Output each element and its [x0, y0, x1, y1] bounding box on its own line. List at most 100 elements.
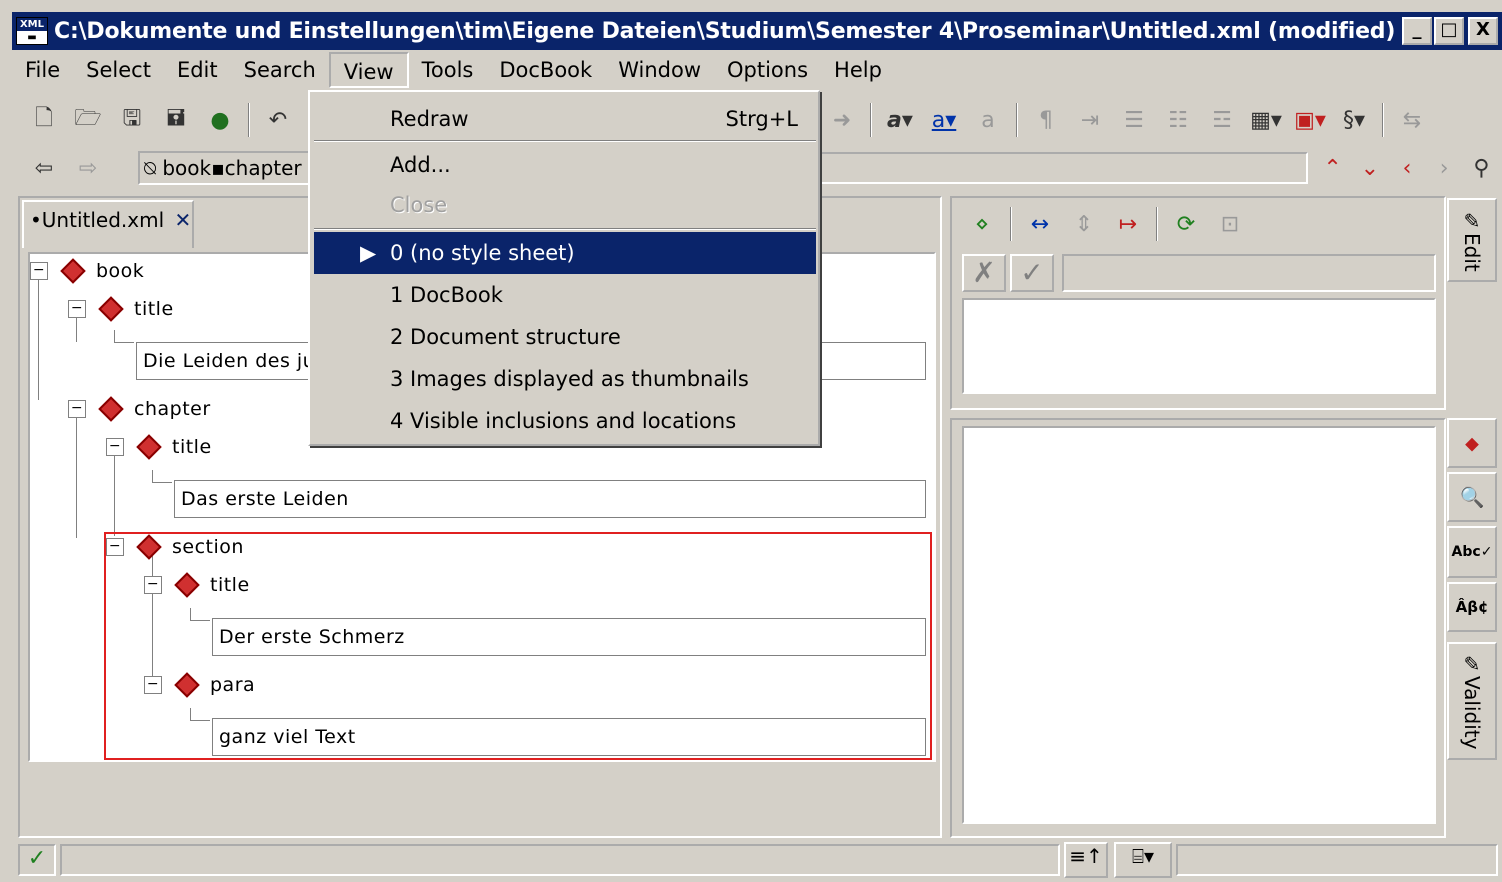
text-field-title[interactable]: Das erste Leiden [174, 480, 926, 518]
menu-bar: File Select Edit Search View Tools DocBo… [12, 50, 1502, 90]
zoom-icon[interactable]: ⚲ [1463, 149, 1500, 187]
new-document-icon[interactable]: 🗋 [25, 101, 63, 139]
toolbar-format: ➜ a▾ a▾ a ¶ ⇥ ☰ ☷ ☲ ▦▾ ▣▾ §▾ ⇆ [820, 96, 1500, 144]
minimize-button[interactable]: _ [1402, 17, 1432, 45]
text-field-para[interactable]: ganz viel Text [212, 718, 926, 756]
sort-icon[interactable]: ≡↑ [1064, 842, 1108, 878]
menu-item-redraw[interactable]: Redraw Strg+L [314, 98, 816, 140]
tab-untitled[interactable]: •Untitled.xml ✕ [22, 200, 194, 248]
close-tab-icon[interactable]: ✕ [175, 208, 192, 232]
nav-forward-icon[interactable]: ⇨ [69, 149, 107, 187]
collapse-icon[interactable]: − [106, 538, 124, 556]
insert-after-icon[interactable]: ↦ [1109, 205, 1147, 243]
title-bar: XML ▬ C:\Dokumente und Einstellungen\tim\… [12, 12, 1502, 50]
insert-tool-tab[interactable]: ⬥ [1447, 418, 1497, 468]
plain-a-icon[interactable]: a [969, 101, 1007, 139]
collapse-icon[interactable]: − [106, 438, 124, 456]
menu-edit[interactable]: Edit [164, 52, 231, 88]
collapse-icon[interactable]: − [68, 400, 86, 418]
status-message [60, 844, 1060, 876]
window-title: C:\Dokumente und Einstellungen\tim\Eigen… [54, 18, 1396, 44]
app-icon: XML ▬ [16, 17, 48, 45]
numbered-list-icon[interactable]: ☷ [1159, 101, 1197, 139]
insert-element-icon: ⬥ [1465, 431, 1479, 455]
arrow-right-icon[interactable]: ➜ [823, 101, 861, 139]
search-tool-tab[interactable]: 🔍 [1447, 472, 1497, 522]
collapse-icon[interactable]: − [144, 576, 162, 594]
wrap-icon[interactable]: ⊡ [1211, 205, 1249, 243]
menu-help[interactable]: Help [821, 52, 895, 88]
collapse-icon[interactable]: − [144, 676, 162, 694]
binoculars-icon: 🔍 [1459, 485, 1485, 509]
move-right-icon[interactable]: › [1426, 149, 1463, 187]
menu-docbook[interactable]: DocBook [486, 52, 605, 88]
element-icon [136, 434, 162, 460]
node-book[interactable]: − book [30, 258, 144, 284]
attribute-value-input[interactable] [1062, 254, 1436, 292]
menu-search[interactable]: Search [231, 52, 329, 88]
attribute-toolbar: ⋄ ↔ ⇕ ↦ ⟳ ⊡ [960, 202, 1260, 246]
tag-icon: ⍉ [144, 156, 156, 180]
menu-tools[interactable]: Tools [409, 52, 487, 88]
toolbar-main: 🗋 🗁 🖫 🖬 ● ↶ [22, 96, 312, 144]
insert-icon[interactable]: ⇕ [1065, 205, 1103, 243]
menu-options[interactable]: Options [714, 52, 821, 88]
menu-file[interactable]: File [12, 52, 73, 88]
view-menu-dropdown: Redraw Strg+L Add... Close ▶ 0 (no style s… [308, 90, 820, 446]
menu-item-stylesheet-2[interactable]: 2 Document structure [314, 316, 816, 358]
indent-icon[interactable]: ⇥ [1071, 101, 1109, 139]
tab-validity[interactable]: ✎ Validity [1447, 642, 1497, 760]
cancel-button[interactable]: ✗ [962, 254, 1006, 292]
spell-check-tab[interactable]: Abc✓ [1447, 526, 1497, 578]
menu-window[interactable]: Window [605, 52, 714, 88]
move-down-icon[interactable]: ⌄ [1351, 149, 1388, 187]
menu-item-stylesheet-4[interactable]: 4 Visible inclusions and locations [314, 400, 816, 442]
paragraph-icon[interactable]: ¶ [1027, 101, 1065, 139]
collapse-icon[interactable]: − [68, 300, 86, 318]
menu-item-add[interactable]: Add... [314, 144, 816, 186]
undo-icon[interactable]: ↶ [259, 101, 297, 139]
element-icon [174, 572, 200, 598]
convert-icon[interactable]: ⇆ [1393, 101, 1431, 139]
tab-edit[interactable]: ✎ Edit [1447, 198, 1497, 282]
image-icon[interactable]: ▣▾ [1291, 101, 1329, 139]
attribute-list[interactable] [962, 298, 1436, 394]
move-left-icon[interactable]: ‹ [1388, 149, 1425, 187]
node-section[interactable]: − section [106, 534, 244, 560]
characters-tab[interactable]: Âβ¢ [1447, 582, 1497, 632]
add-attribute-icon[interactable]: ⋄ [963, 205, 1001, 243]
def-list-icon[interactable]: ☲ [1203, 101, 1241, 139]
open-folder-icon[interactable]: 🗁 [69, 101, 107, 139]
node-title[interactable]: − title [68, 296, 174, 322]
table-icon[interactable]: ▦▾ [1247, 101, 1285, 139]
maximize-button[interactable]: □ [1434, 17, 1464, 45]
insert-before-icon[interactable]: ↔ [1021, 205, 1059, 243]
bullet-list-icon[interactable]: ☰ [1115, 101, 1153, 139]
node-para[interactable]: − para [144, 672, 255, 698]
save-all-icon[interactable]: 🖬 [157, 101, 195, 139]
close-button[interactable]: X [1468, 17, 1498, 45]
convert-element-icon[interactable]: ⟳ [1167, 205, 1205, 243]
menu-view[interactable]: View [328, 52, 409, 88]
text-field-title[interactable]: Der erste Schmerz [212, 618, 926, 656]
underline-a-icon[interactable]: a▾ [925, 101, 963, 139]
collapse-icon[interactable]: − [30, 262, 48, 280]
move-up-icon[interactable]: ⌃ [1314, 149, 1351, 187]
special-chars-icon: Âβ¢ [1455, 598, 1489, 616]
apply-button[interactable]: ✓ [1010, 254, 1054, 292]
node-title[interactable]: − title [106, 434, 212, 460]
section-icon[interactable]: §▾ [1335, 101, 1373, 139]
menu-item-stylesheet-0[interactable]: ▶ 0 (no style sheet) [314, 232, 816, 274]
element-icon [60, 258, 86, 284]
radio-marker-icon: ▶ [360, 241, 377, 265]
globe-icon[interactable]: ● [201, 101, 239, 139]
menu-select[interactable]: Select [73, 52, 164, 88]
node-chapter[interactable]: − chapter [68, 396, 211, 422]
save-icon[interactable]: 🖫 [113, 101, 151, 139]
menu-item-stylesheet-3[interactable]: 3 Images displayed as thumbnails [314, 358, 816, 400]
menu-item-stylesheet-1[interactable]: 1 DocBook [314, 274, 816, 316]
nav-back-icon[interactable]: ⇦ [25, 149, 63, 187]
node-title[interactable]: − title [144, 572, 250, 598]
clipboard-icon[interactable]: ⌸▾ [1114, 842, 1172, 878]
italic-a-icon[interactable]: a▾ [881, 101, 919, 139]
